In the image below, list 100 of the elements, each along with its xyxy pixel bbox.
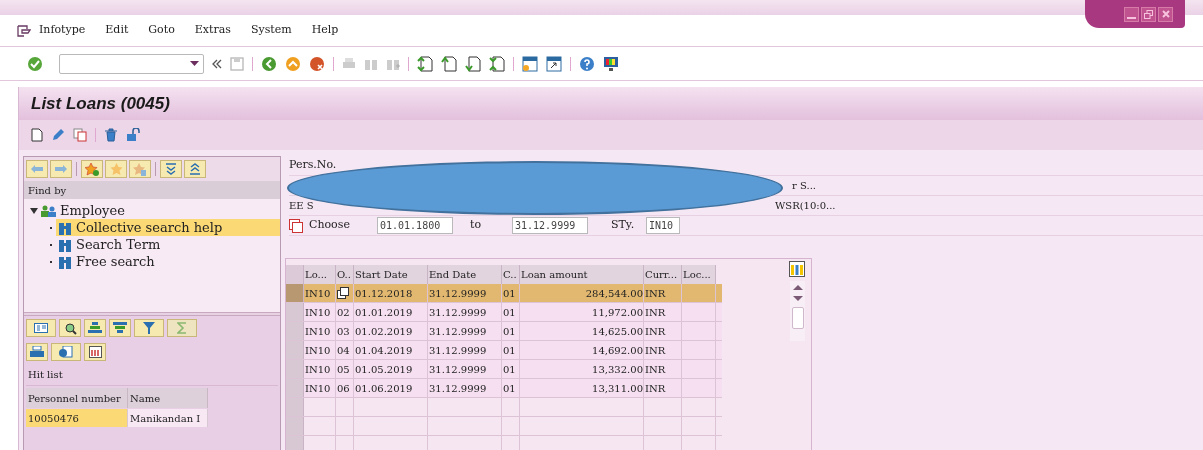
star-trash-icon[interactable] <box>133 162 147 176</box>
help-icon[interactable] <box>579 55 595 72</box>
copy-icon[interactable] <box>337 287 349 299</box>
table-row[interactable]: IN10 05 01.05.2019 31.12.9999 01 13,332.00 INR <box>286 360 722 379</box>
tree-item[interactable]: Search Term <box>56 236 280 253</box>
input-field[interactable]: IN10 <box>646 217 680 234</box>
column-header[interactable]: Lo... <box>304 265 336 284</box>
sort-descending-button[interactable] <box>109 319 131 337</box>
exit-icon[interactable] <box>285 55 301 72</box>
search-icon[interactable] <box>63 321 77 335</box>
tree-item[interactable]: Employee <box>60 200 125 221</box>
unlock-icon[interactable] <box>126 128 140 142</box>
table-cell-text: 284,544.00 <box>585 286 643 301</box>
table-cell-text: IN10 <box>305 305 331 320</box>
table-cell[interactable]: Manikandan I <box>128 409 208 427</box>
add-favorite-button[interactable] <box>81 160 103 178</box>
layout-button[interactable] <box>84 343 106 361</box>
command-field[interactable] <box>59 53 204 74</box>
layout-icon[interactable] <box>88 346 102 358</box>
column-header[interactable]: Personnel number <box>26 388 128 408</box>
menu-item[interactable]: Edit <box>105 22 129 39</box>
column-header[interactable]: Curr... <box>644 265 682 284</box>
new-document-icon[interactable] <box>31 128 43 142</box>
column-header[interactable]: Name <box>128 388 208 408</box>
details-button[interactable] <box>26 319 56 337</box>
column-header[interactable]: C.. <box>502 265 520 284</box>
column-layout-icon[interactable] <box>789 261 805 277</box>
screen-title: List Loans (0045) <box>31 92 170 115</box>
scrollbar[interactable] <box>790 281 805 341</box>
table-cell-text: 13,311.00 <box>592 381 643 396</box>
collapse-caret-icon[interactable] <box>30 206 38 215</box>
menu-item[interactable]: System <box>250 22 292 39</box>
menu-item[interactable]: Help <box>311 22 339 39</box>
column-header[interactable]: Loc... <box>682 265 716 284</box>
sort-ascending-icon[interactable] <box>88 322 102 334</box>
star-plus-icon[interactable] <box>85 162 99 176</box>
print-button[interactable] <box>26 343 48 361</box>
scroll-down-icon[interactable] <box>792 296 803 301</box>
binoculars-icon <box>59 254 71 269</box>
previous-page-icon[interactable] <box>441 55 457 72</box>
dropdown-caret-icon[interactable] <box>190 61 199 66</box>
print-icon[interactable] <box>30 346 44 358</box>
expand-all-button[interactable] <box>160 160 182 178</box>
table-row[interactable]: IN10 02 01.01.2019 31.12.9999 01 11,972.00 INR <box>286 303 722 322</box>
filter-button[interactable] <box>134 319 164 337</box>
monitor-icon[interactable] <box>603 55 619 72</box>
first-page-icon[interactable] <box>417 55 433 72</box>
tree-item[interactable]: Collective search help <box>56 219 280 236</box>
back-icon[interactable] <box>261 55 277 72</box>
column-header[interactable]: End Date <box>428 265 502 284</box>
table-row[interactable]: IN10 01.12.2018 31.12.9999 01 284,544.00 INR <box>286 284 722 303</box>
collapse-all-icon[interactable] <box>189 163 201 175</box>
menu-item[interactable]: Goto <box>148 22 175 39</box>
table-cell-text: 01.05.2019 <box>355 362 413 377</box>
menu-icon[interactable] <box>17 24 31 37</box>
table-cell[interactable]: 10050476 <box>26 409 128 427</box>
last-page-icon[interactable] <box>489 55 505 72</box>
details-icon[interactable] <box>34 323 48 333</box>
new-window-icon[interactable] <box>522 55 538 72</box>
binoculars-icon <box>59 220 71 235</box>
tree-item[interactable]: Free search <box>56 253 280 270</box>
export-button[interactable] <box>51 343 81 361</box>
trash-icon[interactable] <box>104 128 118 142</box>
table-cell-text: 01 <box>503 286 516 301</box>
table-cell-text: 01 <box>503 362 516 377</box>
column-header[interactable]: Loan amount <box>520 265 644 284</box>
sort-ascending-button[interactable] <box>84 319 106 337</box>
export-icon[interactable] <box>59 346 73 358</box>
input-field[interactable]: 01.01.1800 <box>377 217 453 234</box>
filter-icon[interactable] <box>143 322 155 334</box>
column-header[interactable]: O.. <box>336 265 354 284</box>
expand-all-icon[interactable] <box>165 163 177 175</box>
find-button[interactable] <box>59 319 81 337</box>
collapse-all-button[interactable] <box>184 160 206 178</box>
menu-item[interactable]: Infotype <box>39 22 86 39</box>
table-cell-text: 01.01.2019 <box>355 305 413 320</box>
menu-item[interactable]: Extras <box>194 22 231 39</box>
close-icon[interactable] <box>1161 10 1170 18</box>
table-cell-text: IN10 <box>305 324 331 339</box>
minimize-button[interactable] <box>1124 6 1139 22</box>
cancel-icon[interactable] <box>309 55 325 72</box>
next-page-icon[interactable] <box>465 55 481 72</box>
double-chevron-icon[interactable] <box>212 58 222 69</box>
sort-descending-icon[interactable] <box>113 322 127 334</box>
table-row[interactable]: IN10 06 01.06.2019 31.12.9999 01 13,311.00 INR <box>286 379 722 398</box>
table-cell-text: INR <box>645 305 666 320</box>
table-row[interactable]: IN10 04 01.04.2019 31.12.9999 01 14,692.00 INR <box>286 341 722 360</box>
scroll-up-icon[interactable] <box>792 285 803 290</box>
column-header[interactable]: Start Date <box>354 265 428 284</box>
table-cell-text: IN10 <box>305 343 331 358</box>
table-cell-text: 05 <box>337 362 350 377</box>
input-field[interactable]: 31.12.9999 <box>512 217 588 234</box>
star-icon[interactable] <box>109 162 123 176</box>
check-icon[interactable] <box>27 55 43 72</box>
shortcut-window-icon[interactable] <box>546 55 562 72</box>
pencil-icon[interactable] <box>51 128 65 142</box>
scroll-thumb[interactable] <box>791 307 804 329</box>
calendar-icon[interactable] <box>289 218 303 233</box>
close-button[interactable] <box>1158 6 1173 22</box>
table-row[interactable]: IN10 03 01.02.2019 31.12.9999 01 14,625.00 INR <box>286 322 722 341</box>
